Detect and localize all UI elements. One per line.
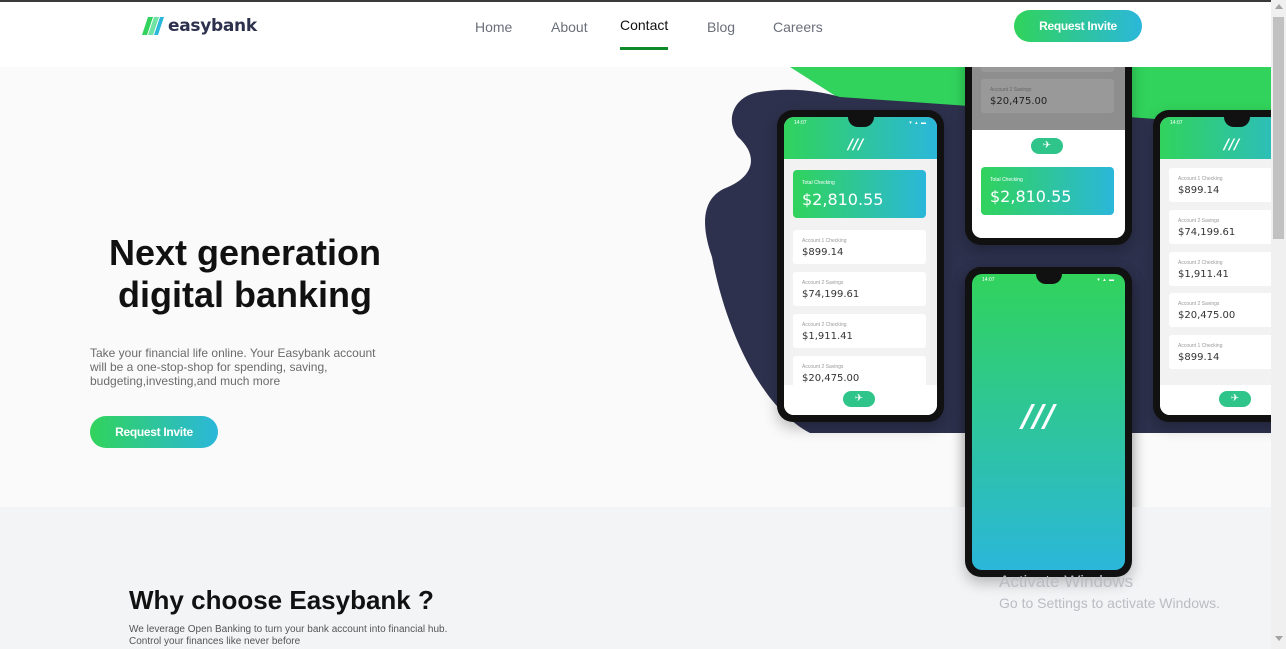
account-amount: $74,199.61 — [802, 289, 860, 300]
account-label: Account 2 Savings — [1178, 218, 1220, 224]
why-title: Why choose Easybank ? — [129, 585, 434, 615]
nav-contact[interactable]: Contact — [620, 17, 668, 33]
hero-title: Next generation digital banking — [108, 232, 382, 315]
account-card: Account 1 Checking $899.14 — [1169, 335, 1271, 369]
account-label: Account 2 Savings — [990, 87, 1032, 93]
account-card: Account 2 Checking $1,911.41 — [981, 67, 1114, 72]
watermark-subtitle: Go to Settings to activate Windows. — [999, 595, 1220, 611]
phone-action-pill: ✈ — [1219, 391, 1251, 407]
total-checking-card: Total Checking $2,810.55 — [793, 170, 926, 218]
total-checking-card: Total Checking $2,810.55 — [981, 167, 1114, 215]
account-label: Account 2 Savings — [802, 364, 844, 370]
nav-blog[interactable]: Blog — [707, 19, 735, 35]
account-label: Account 1 Checking — [1178, 343, 1223, 349]
account-amount: $74,199.61 — [1178, 227, 1236, 238]
logo-text: easybank — [168, 16, 257, 36]
account-amount: $20,475.00 — [802, 373, 860, 384]
account-card: Account 2 Savings $20,475.00 — [981, 79, 1114, 113]
phone-logo-icon: /// — [1022, 399, 1055, 434]
total-label: Total Checking — [802, 180, 835, 186]
phone-screen: 14:07 /// Account 1 Checking $899.14 Acc… — [1160, 117, 1271, 415]
account-amount: $1,911.41 — [1178, 269, 1229, 280]
total-label: Total Checking — [990, 177, 1023, 183]
account-label: Account 2 Savings — [802, 280, 844, 286]
scrollbar-thumb[interactable] — [1273, 17, 1284, 239]
phone-time: 14:07 — [1170, 120, 1183, 126]
hero-request-invite-button[interactable]: Request Invite — [90, 416, 218, 448]
phone-screen: 14:07 ▾ ▴ ▬ /// — [972, 274, 1125, 570]
total-amount: $2,810.55 — [802, 190, 884, 209]
phone-logo-icon: /// — [848, 137, 864, 153]
account-label: Account 2 Checking — [802, 322, 847, 328]
phone-action-pill: ✈ — [843, 391, 875, 407]
account-amount: $899.14 — [1178, 352, 1220, 363]
account-label: Account 1 Checking — [1178, 176, 1223, 182]
watermark-title: Activate Windows — [999, 572, 1134, 591]
hero-description: Take your financial life online. Your Ea… — [90, 346, 376, 388]
account-card: Account 2 Checking $1,911.41 — [1169, 252, 1271, 286]
nav-careers[interactable]: Careers — [773, 19, 823, 35]
total-amount: $2,810.55 — [990, 187, 1072, 206]
header-request-invite-button[interactable]: Request Invite — [1014, 10, 1142, 42]
nav-about[interactable]: About — [551, 19, 588, 35]
phone-status-icons: ▾ ▴ ▬ — [1097, 277, 1115, 283]
account-amount: $20,475.00 — [1178, 310, 1236, 321]
account-card: Account 2 Savings $20,475.00 — [1169, 293, 1271, 327]
account-label: Account 2 Checking — [1178, 260, 1223, 266]
phone-notch — [1035, 274, 1062, 284]
phone-mockup-splash-overlay: 14:07 ▾ ▴ ▬ /// — [965, 267, 1132, 577]
logo-icon — [142, 17, 164, 35]
phone-time: 14:07 — [982, 277, 995, 283]
phone-logo-icon: /// — [1224, 137, 1240, 153]
account-amount: $20,475.00 — [990, 96, 1048, 107]
account-card: Account 2 Savings $74,199.61 — [793, 272, 926, 306]
site-header: easybank Home About Contact Blog Careers… — [0, 2, 1271, 67]
account-amount: $899.14 — [802, 247, 844, 258]
account-amount: $1,911.41 — [802, 331, 853, 342]
logo[interactable]: easybank — [142, 16, 257, 36]
account-card: Account 2 Savings $74,199.61 — [1169, 210, 1271, 244]
account-amount: $899.14 — [1178, 185, 1220, 196]
phone-time: 14:07 — [794, 120, 807, 126]
windows-activation-watermark: Activate Windows Go to Settings to activ… — [999, 572, 1220, 611]
vertical-scrollbar[interactable] — [1271, 0, 1286, 649]
nav-active-underline — [620, 47, 668, 50]
account-label: Account 1 Checking — [802, 238, 847, 244]
nav-home[interactable]: Home — [475, 19, 512, 35]
account-card: Account 1 Checking $899.14 — [1169, 168, 1271, 202]
phone-mockup-accounts: 14:07 /// Account 1 Checking $899.14 Acc… — [1153, 110, 1271, 422]
phone-status-icons: ▾ ▴ ▬ — [909, 120, 927, 126]
phone-bottom-bar — [1160, 385, 1271, 415]
phone-mockup-top: Account 2 Checking $1,911.41 Account 2 S… — [965, 67, 1132, 245]
phone-mockup-dashboard: 14:07 ▾ ▴ ▬ /// Total Checking $2,810.55… — [777, 110, 944, 422]
why-description: We leverage Open Banking to turn your ba… — [129, 624, 448, 647]
account-label: Account 2 Savings — [1178, 301, 1220, 307]
scroll-up-arrow-icon[interactable] — [1275, 4, 1283, 9]
account-card: Account 2 Checking $1,911.41 — [793, 314, 926, 348]
scroll-down-arrow-icon[interactable] — [1275, 636, 1283, 641]
phone-screen: 14:07 ▾ ▴ ▬ /// Total Checking $2,810.55… — [784, 117, 937, 415]
account-card: Account 1 Checking $899.14 — [793, 230, 926, 264]
phone-screen: Account 2 Checking $1,911.41 Account 2 S… — [972, 67, 1125, 238]
phone-action-pill: ✈ — [1031, 138, 1063, 154]
